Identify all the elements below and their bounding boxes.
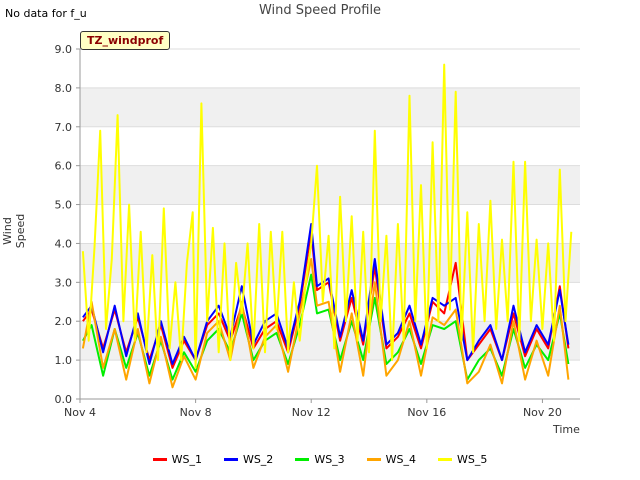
chart-legend: WS_1 WS_2 WS_3 WS_4 WS_5 bbox=[0, 453, 640, 466]
y-tick-label: 7.0 bbox=[55, 121, 73, 134]
y-tick-label: 8.0 bbox=[55, 82, 73, 95]
legend-item-ws2: WS_2 bbox=[223, 453, 274, 466]
legend-swatch bbox=[438, 458, 453, 461]
legend-label: WS_5 bbox=[457, 453, 488, 466]
x-tick-label: Nov 12 bbox=[292, 406, 331, 419]
y-tick-label: 6.0 bbox=[55, 160, 73, 173]
legend-label: WS_4 bbox=[385, 453, 417, 466]
legend-item-ws5: WS_5 bbox=[438, 453, 487, 466]
legend-swatch bbox=[295, 458, 310, 461]
legend-item-ws1: WS_1 bbox=[152, 453, 202, 466]
x-tick-label: Nov 16 bbox=[407, 406, 446, 419]
background-band bbox=[80, 165, 580, 205]
legend-swatch bbox=[223, 458, 238, 461]
legend-swatch bbox=[366, 458, 381, 461]
y-tick-label: 3.0 bbox=[55, 276, 73, 289]
legend-item-ws4: WS_4 bbox=[366, 453, 417, 466]
legend-label: WS_1 bbox=[171, 453, 202, 466]
y-tick-label: 4.0 bbox=[55, 237, 73, 250]
x-tick-label: Nov 4 bbox=[64, 406, 96, 419]
legend-label: WS_2 bbox=[242, 453, 274, 466]
y-tick-label: 2.0 bbox=[55, 315, 73, 328]
site-label-box: TZ_windprof bbox=[80, 31, 171, 50]
x-tick-label: Nov 20 bbox=[523, 406, 562, 419]
y-tick-label: 9.0 bbox=[55, 43, 73, 56]
wind-speed-chart: 0.0 1.0 2.0 3.0 4.0 5.0 6.0 7.0 8.0 9.0 Nov 4 Nov 8… bbox=[55, 43, 580, 419]
y-tick-label: 5.0 bbox=[55, 199, 73, 212]
legend-label: WS_3 bbox=[314, 453, 345, 466]
legend-swatch bbox=[152, 458, 167, 461]
y-tick-label: 0.0 bbox=[55, 393, 73, 406]
background-band bbox=[80, 87, 580, 127]
legend-item-ws3: WS_3 bbox=[295, 453, 345, 466]
y-tick-label: 1.0 bbox=[55, 354, 73, 367]
x-tick-label: Nov 8 bbox=[180, 406, 212, 419]
